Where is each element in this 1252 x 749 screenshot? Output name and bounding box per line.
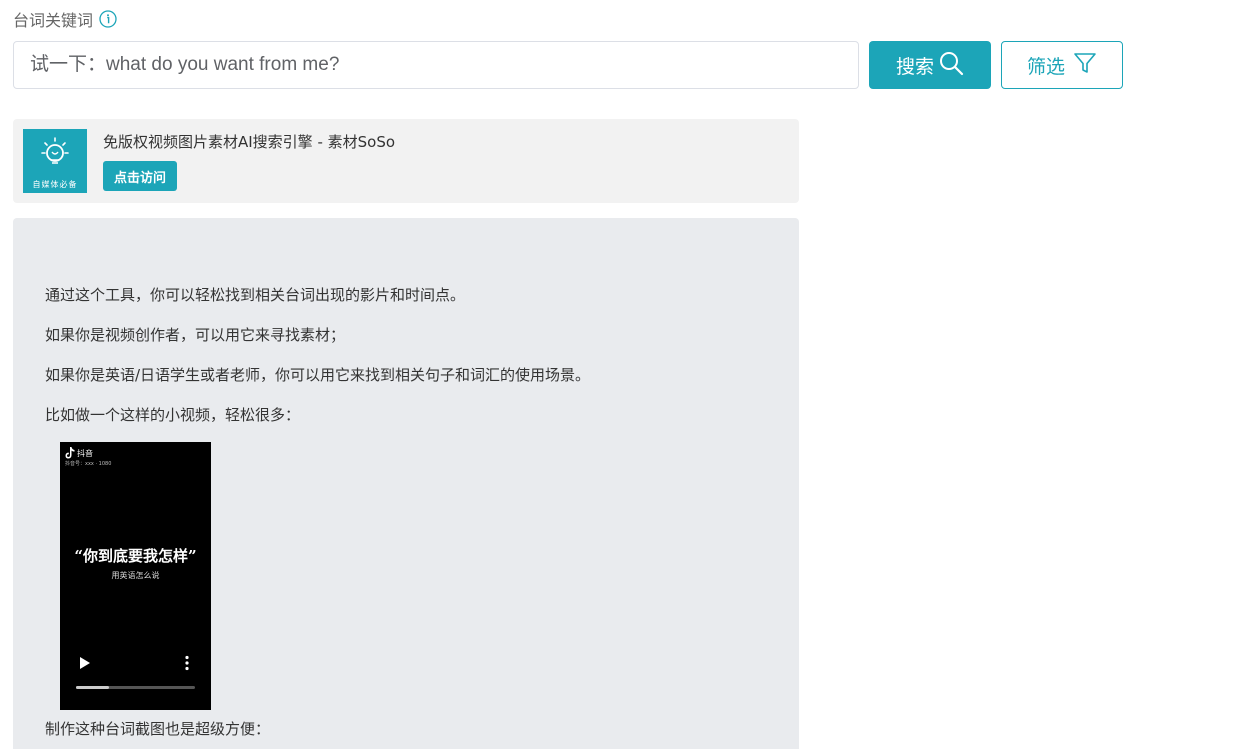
intro-paragraph: 如果你是视频创作者，可以用它来寻找素材； (45, 326, 346, 344)
intro-paragraph: 如果你是英语/日语学生或者老师，你可以用它来找到相关句子和词汇的使用场景。 (45, 366, 591, 384)
intro-paragraph: 通过这个工具，你可以轻松找到相关台词出现的影片和时间点。 (45, 286, 466, 304)
more-vertical-icon[interactable] (184, 655, 190, 675)
keyword-label-row: 台词关键词 (13, 8, 117, 30)
ad-card: 自媒体必备 免版权视频图片素材AI搜索引擎 - 素材SoSo 点击访问 (13, 119, 799, 203)
play-icon[interactable] (79, 655, 91, 674)
intro-paragraph: 比如做一个这样的小视频，轻松很多： (45, 406, 301, 424)
intro-footer-text: 制作这种台词截图也是超级方便： (45, 720, 271, 738)
funnel-icon (1073, 51, 1097, 80)
search-icon (938, 50, 964, 81)
tiktok-account-line: 抖音号：xxx · 1080 (65, 461, 112, 467)
search-button[interactable]: 搜索 (869, 41, 991, 89)
info-circle-icon[interactable] (99, 10, 117, 28)
intro-card: 通过这个工具，你可以轻松找到相关台词出现的影片和时间点。 如果你是视频创作者，可… (13, 218, 799, 749)
tiktok-logo: 抖音 (65, 447, 93, 459)
lightbulb-icon (35, 129, 75, 177)
ad-title[interactable]: 免版权视频图片素材AI搜索引擎 - 素材SoSo (103, 131, 395, 152)
ad-logo[interactable]: 自媒体必备 (23, 129, 87, 193)
ad-logo-caption: 自媒体必备 (32, 180, 78, 189)
filter-button[interactable]: 筛选 (1001, 41, 1123, 89)
search-button-label: 搜索 (895, 55, 934, 78)
video-progress-bar[interactable] (76, 686, 195, 689)
filter-button-label: 筛选 (1026, 55, 1065, 78)
video-progress-fill (76, 686, 110, 689)
example-video[interactable]: 抖音 抖音号：xxx · 1080 “你到底要我怎样” 用英语怎么说 (60, 442, 211, 710)
tiktok-icon (65, 447, 75, 459)
video-caption: “你到底要我怎样” (74, 547, 197, 565)
tiktok-app-name: 抖音 (77, 448, 93, 458)
video-subcaption: 用英语怎么说 (111, 571, 160, 580)
visit-button[interactable]: 点击访问 (103, 161, 177, 191)
keyword-label: 台词关键词 (13, 11, 94, 30)
search-input[interactable] (13, 41, 859, 89)
